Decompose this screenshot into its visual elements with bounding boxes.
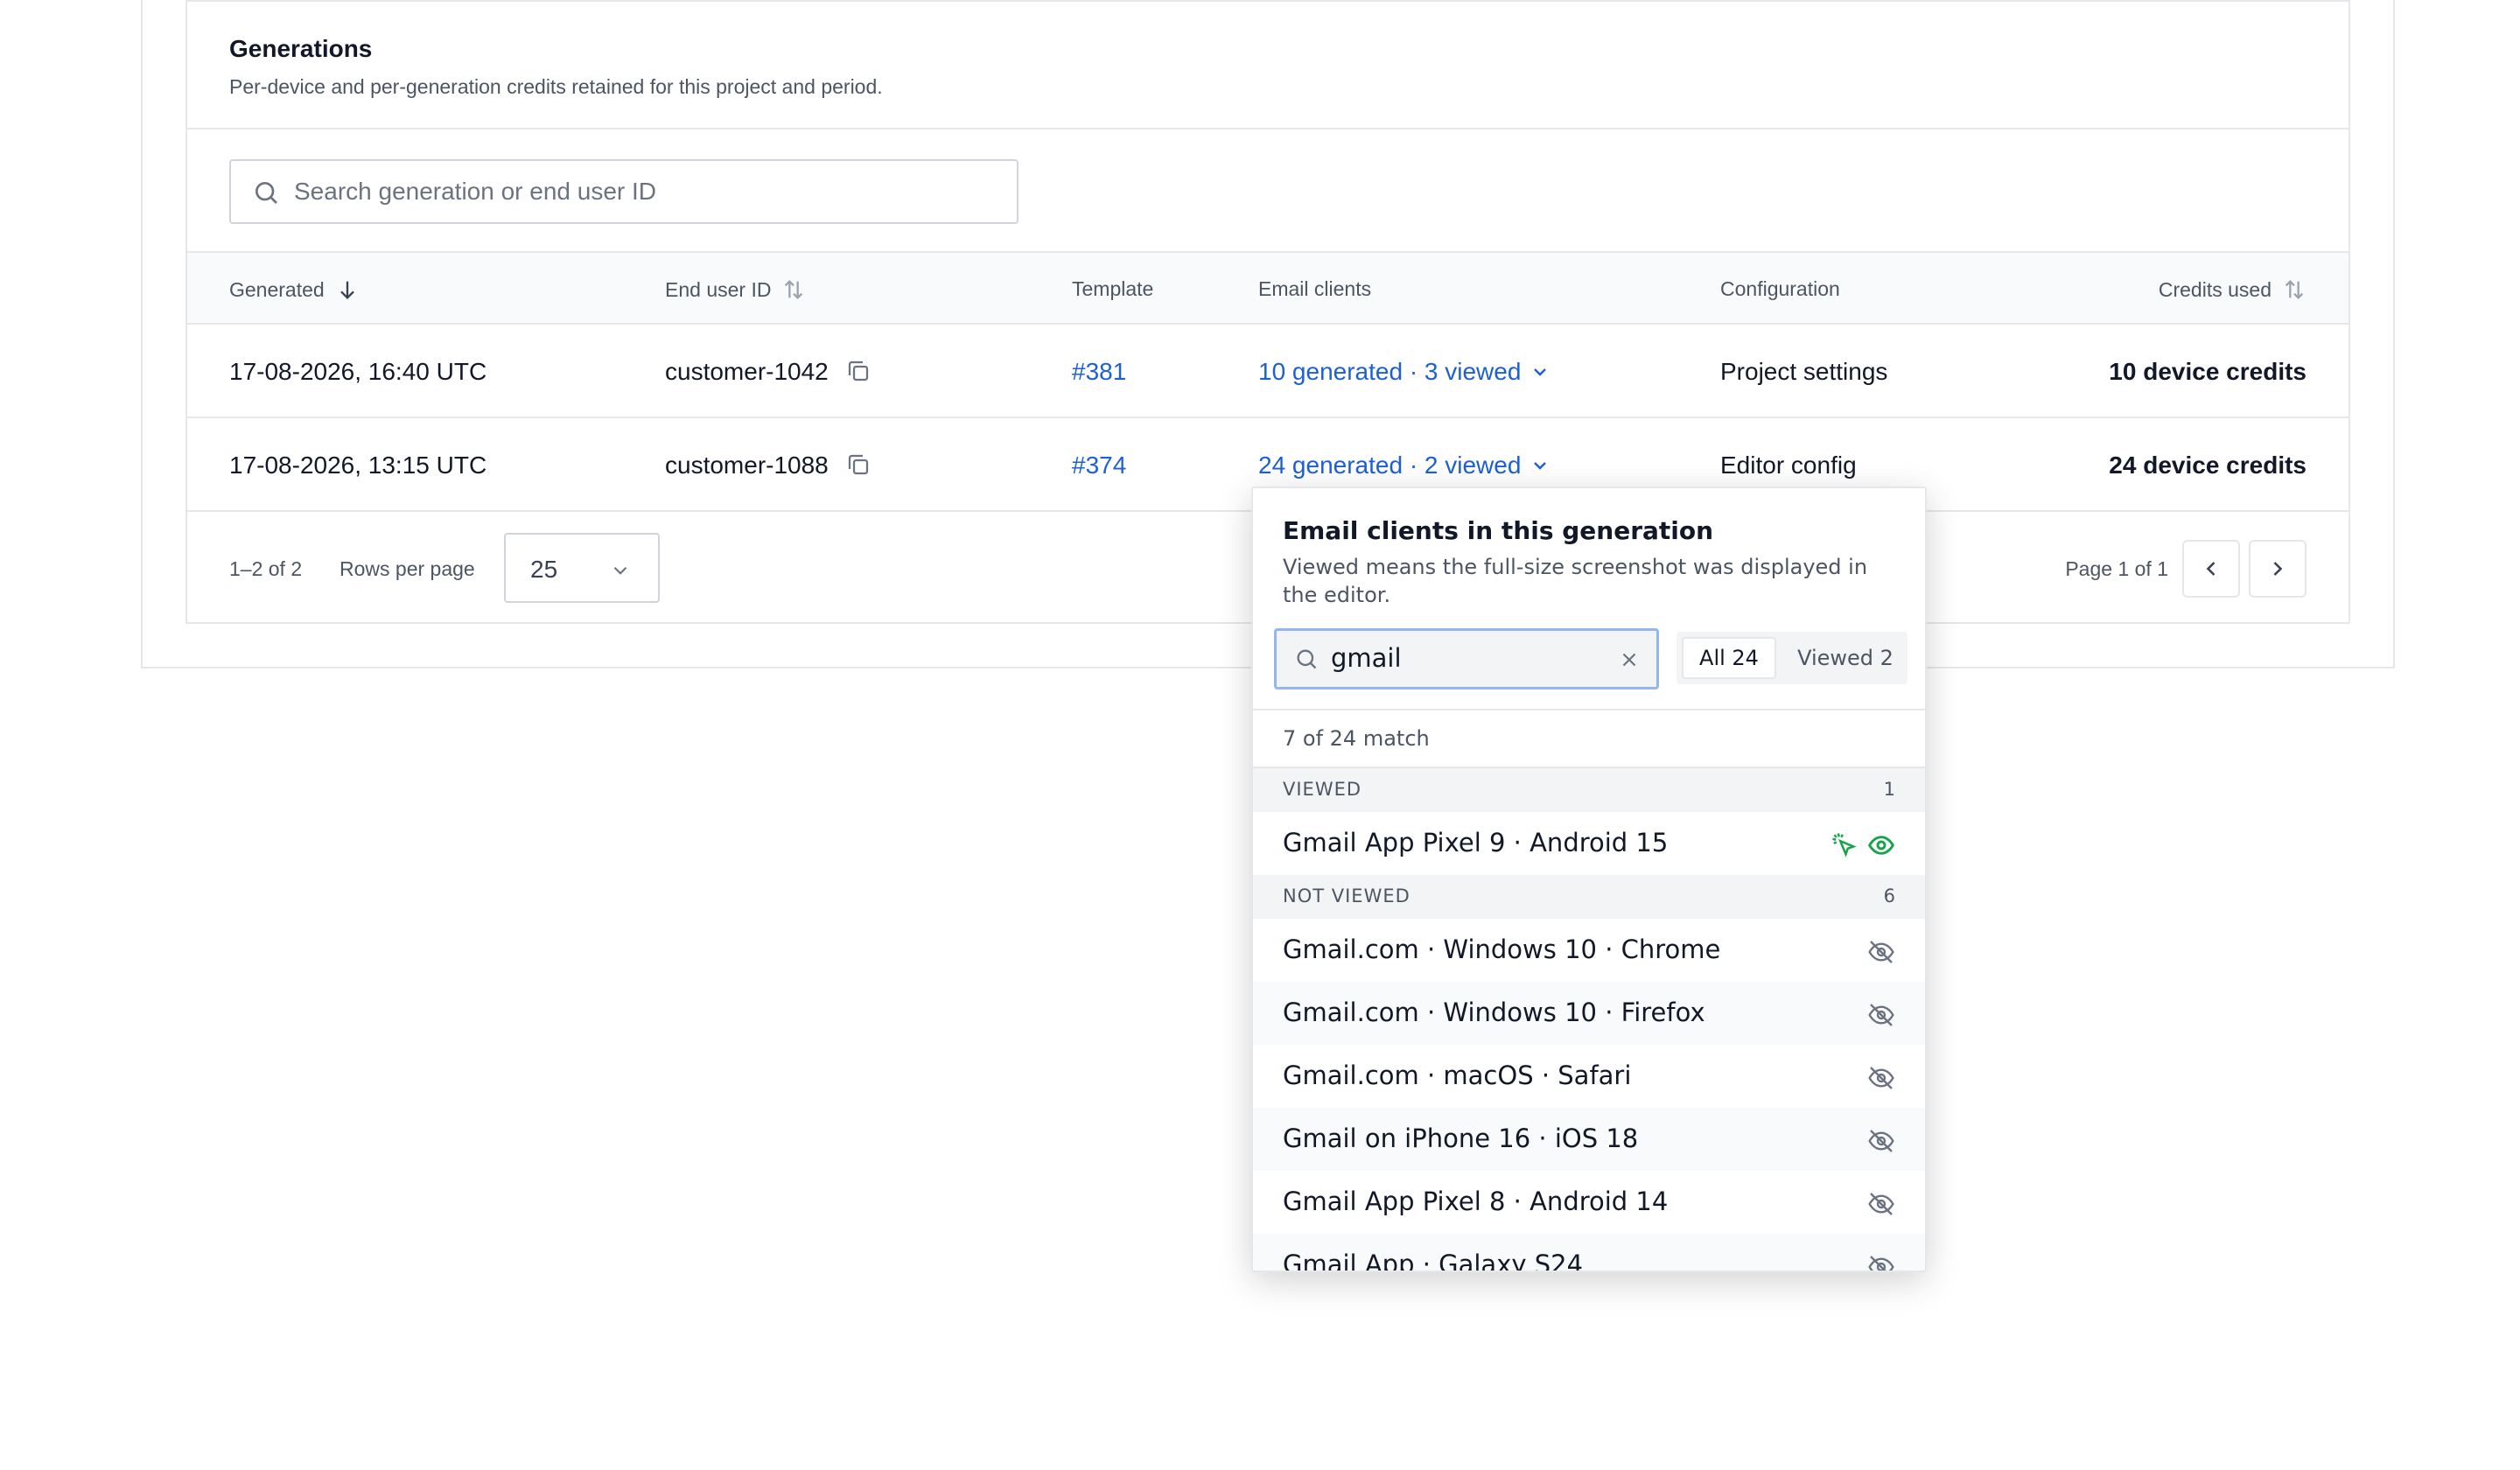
email-clients-summary: 24 generated · 2 viewed <box>1258 452 1522 479</box>
not-viewed-section-label: NOT VIEWED <box>1283 886 1410 906</box>
search-input[interactable] <box>294 170 994 214</box>
column-generated-label: Generated <box>229 277 325 301</box>
chevron-down-icon <box>613 566 627 575</box>
sort-icon <box>2285 280 2304 299</box>
client-item[interactable]: Gmail.com · macOS · Safari <box>1253 1045 1925 1108</box>
page-indicator: Page 1 of 1 <box>2065 557 2168 580</box>
match-count: 7 of 24 match <box>1283 726 1430 751</box>
viewed-section-count: 1 <box>1883 779 1895 800</box>
eye-off-icon <box>1868 1004 1894 1026</box>
client-name: Gmail App · Galaxy S24 <box>1283 1250 1584 1272</box>
client-item[interactable]: Gmail.com · Windows 10 · Firefox <box>1253 982 1925 1045</box>
generation-search[interactable] <box>229 159 1018 224</box>
column-email-clients: Email clients <box>1258 277 1371 301</box>
viewed-section-label: VIEWED <box>1283 779 1362 800</box>
client-item[interactable]: Gmail App · Galaxy S24 <box>1253 1234 1925 1272</box>
column-template: Template <box>1072 277 1153 301</box>
email-clients-summary: 10 generated · 3 viewed <box>1258 358 1522 385</box>
email-clients-toggle[interactable]: 24 generated · 2 viewed <box>1258 452 1550 480</box>
column-end-user-id-label: End user ID <box>665 277 772 301</box>
viewed-section-header: VIEWED 1 <box>1253 768 1925 812</box>
chevron-down-icon <box>1534 462 1547 470</box>
table-header: Generated End user ID Template Email cli… <box>187 251 2348 325</box>
popover-title: Email clients in this generation <box>1283 516 1714 545</box>
rows-per-page-select[interactable]: 25 <box>504 533 660 603</box>
arrow-down-icon <box>340 281 354 299</box>
client-name: Gmail App Pixel 9 · Android 15 <box>1283 828 1669 858</box>
search-icon <box>256 182 277 204</box>
rows-per-page-value: 25 <box>530 556 558 583</box>
credits-cell: 10 device credits <box>2109 358 2306 385</box>
client-name: Gmail on iPhone 16 · iOS 18 <box>1283 1124 1639 1153</box>
column-credits-used[interactable]: Credits used <box>2159 277 2306 302</box>
next-page-button[interactable] <box>2249 540 2306 598</box>
client-name: Gmail.com · Windows 10 · Chrome <box>1283 934 1721 964</box>
chevron-down-icon <box>1534 368 1547 376</box>
end-user-id-cell: customer-1088 <box>665 452 829 479</box>
search-icon <box>1297 649 1317 669</box>
template-link[interactable]: #381 <box>1072 358 1126 386</box>
cursor-click-icon <box>1832 833 1857 858</box>
email-clients-popover: Email clients in this generation Viewed … <box>1251 486 1927 1272</box>
column-credits-used-label: Credits used <box>2158 277 2272 301</box>
chevron-right-icon <box>2273 562 2283 576</box>
eye-icon <box>1868 836 1894 855</box>
clear-icon[interactable] <box>1618 648 1641 671</box>
end-user-id-cell: customer-1042 <box>665 358 829 385</box>
configuration-cell: Project settings <box>1720 358 1888 385</box>
eye-off-icon <box>1868 1256 1894 1270</box>
column-end-user-id[interactable]: End user ID <box>665 277 806 302</box>
column-email-clients-label: Email clients <box>1258 277 1372 300</box>
range-text: 1–2 of 2 <box>229 557 303 580</box>
sort-icon <box>785 280 803 299</box>
client-item-viewed[interactable]: Gmail App Pixel 9 · Android 15 <box>1253 812 1925 875</box>
table-row: 17-08-2026, 16:40 UTC customer-1042 #381… <box>187 325 2348 418</box>
email-clients-toggle[interactable]: 10 generated · 3 viewed <box>1258 358 1550 386</box>
column-template-label: Template <box>1072 277 1154 300</box>
copy-icon[interactable] <box>845 358 872 384</box>
client-search-input[interactable]: gmail <box>1331 643 1402 673</box>
not-viewed-section-count: 6 <box>1883 886 1895 906</box>
eye-off-icon <box>1868 1130 1894 1152</box>
rows-per-page-label: Rows per page <box>340 557 475 580</box>
card-header: Generations Per-device and per-generatio… <box>187 2 2348 130</box>
generated-cell: 17-08-2026, 16:40 UTC <box>229 358 487 385</box>
previous-page-button[interactable] <box>2182 540 2240 598</box>
column-configuration-label: Configuration <box>1720 277 1840 300</box>
configuration-cell: Editor config <box>1720 452 1857 479</box>
client-item[interactable]: Gmail App Pixel 8 · Android 14 <box>1253 1171 1925 1234</box>
column-configuration: Configuration <box>1720 277 1840 301</box>
client-name: Gmail.com · Windows 10 · Firefox <box>1283 998 1705 1027</box>
popover-subtitle: Viewed means the full-size screenshot wa… <box>1283 555 1868 607</box>
template-link[interactable]: #374 <box>1072 452 1126 480</box>
not-viewed-section-header: NOT VIEWED 6 <box>1253 875 1925 919</box>
client-name: Gmail App Pixel 8 · Android 14 <box>1283 1186 1669 1216</box>
eye-off-icon <box>1868 1193 1894 1215</box>
chevron-left-icon <box>2206 562 2216 576</box>
filter-viewed-tab[interactable]: Viewed 2 <box>1788 637 1902 679</box>
card-subtitle: Per-device and per-generation credits re… <box>229 75 883 98</box>
client-item[interactable]: Gmail.com · Windows 10 · Chrome <box>1253 919 1925 982</box>
filter-all-tab[interactable]: All 24 <box>1682 637 1776 679</box>
divider <box>1253 709 1925 710</box>
generated-cell: 17-08-2026, 13:15 UTC <box>229 452 487 479</box>
column-generated[interactable]: Generated <box>229 277 360 302</box>
eye-off-icon <box>1868 941 1894 963</box>
eye-off-icon <box>1868 1067 1894 1089</box>
copy-icon[interactable] <box>845 452 872 478</box>
client-name: Gmail.com · macOS · Safari <box>1283 1060 1632 1090</box>
credits-cell: 24 device credits <box>2109 452 2306 479</box>
card-title: Generations <box>229 35 373 62</box>
view-filter: All 24 Viewed 2 <box>1676 632 1908 684</box>
client-search[interactable]: gmail <box>1274 628 1659 690</box>
client-item[interactable]: Gmail on iPhone 16 · iOS 18 <box>1253 1108 1925 1171</box>
